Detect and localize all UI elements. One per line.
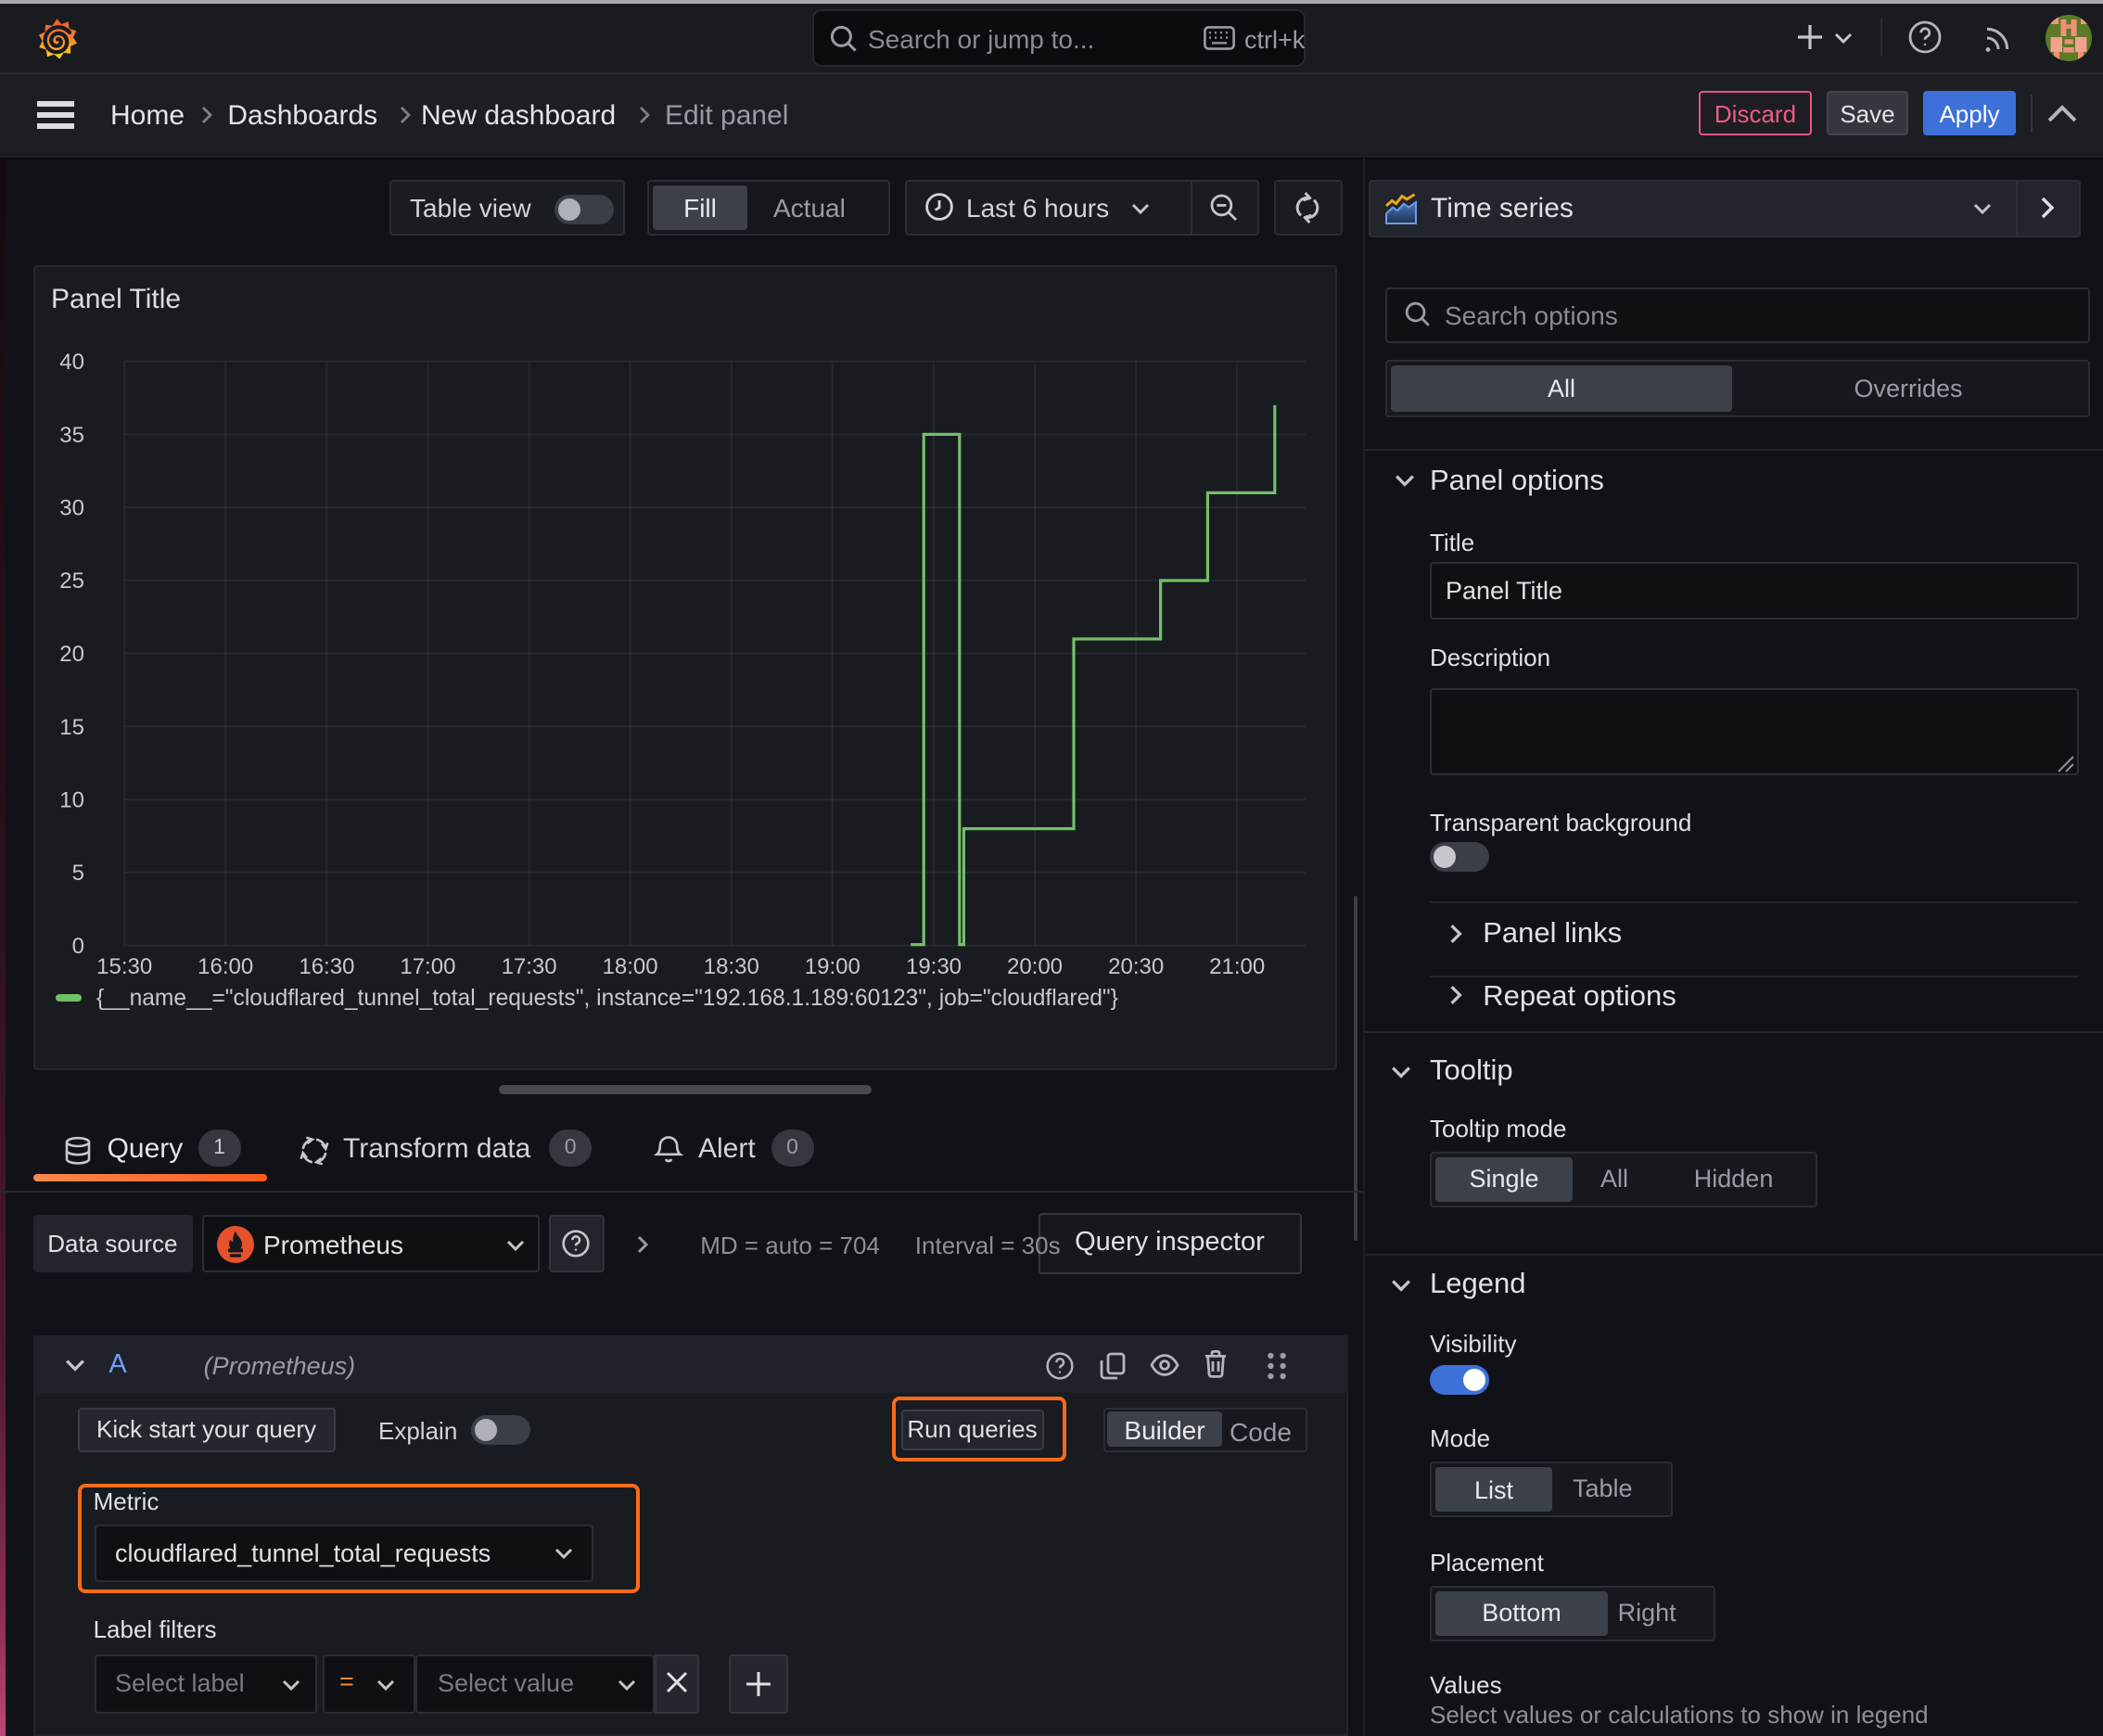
svg-text:20:00: 20:00 (1007, 954, 1063, 979)
svg-text:16:30: 16:30 (299, 954, 354, 979)
svg-text:21:00: 21:00 (1209, 954, 1265, 979)
svg-text:16:00: 16:00 (198, 954, 253, 979)
svg-text:30: 30 (59, 495, 84, 520)
svg-text:0: 0 (71, 934, 83, 959)
svg-text:19:30: 19:30 (906, 954, 962, 979)
svg-text:35: 35 (59, 422, 84, 447)
svg-text:15:30: 15:30 (96, 954, 152, 979)
svg-text:19:00: 19:00 (804, 954, 860, 979)
svg-text:5: 5 (71, 861, 83, 886)
svg-text:17:30: 17:30 (501, 954, 556, 979)
svg-text:17:00: 17:00 (400, 954, 455, 979)
svg-text:20: 20 (59, 642, 84, 667)
svg-text:18:30: 18:30 (703, 954, 758, 979)
svg-text:25: 25 (59, 568, 84, 594)
svg-text:18:00: 18:00 (602, 954, 657, 979)
svg-text:20:30: 20:30 (1108, 954, 1164, 979)
svg-text:40: 40 (59, 350, 84, 375)
svg-text:10: 10 (59, 787, 84, 812)
svg-text:15: 15 (59, 714, 84, 739)
